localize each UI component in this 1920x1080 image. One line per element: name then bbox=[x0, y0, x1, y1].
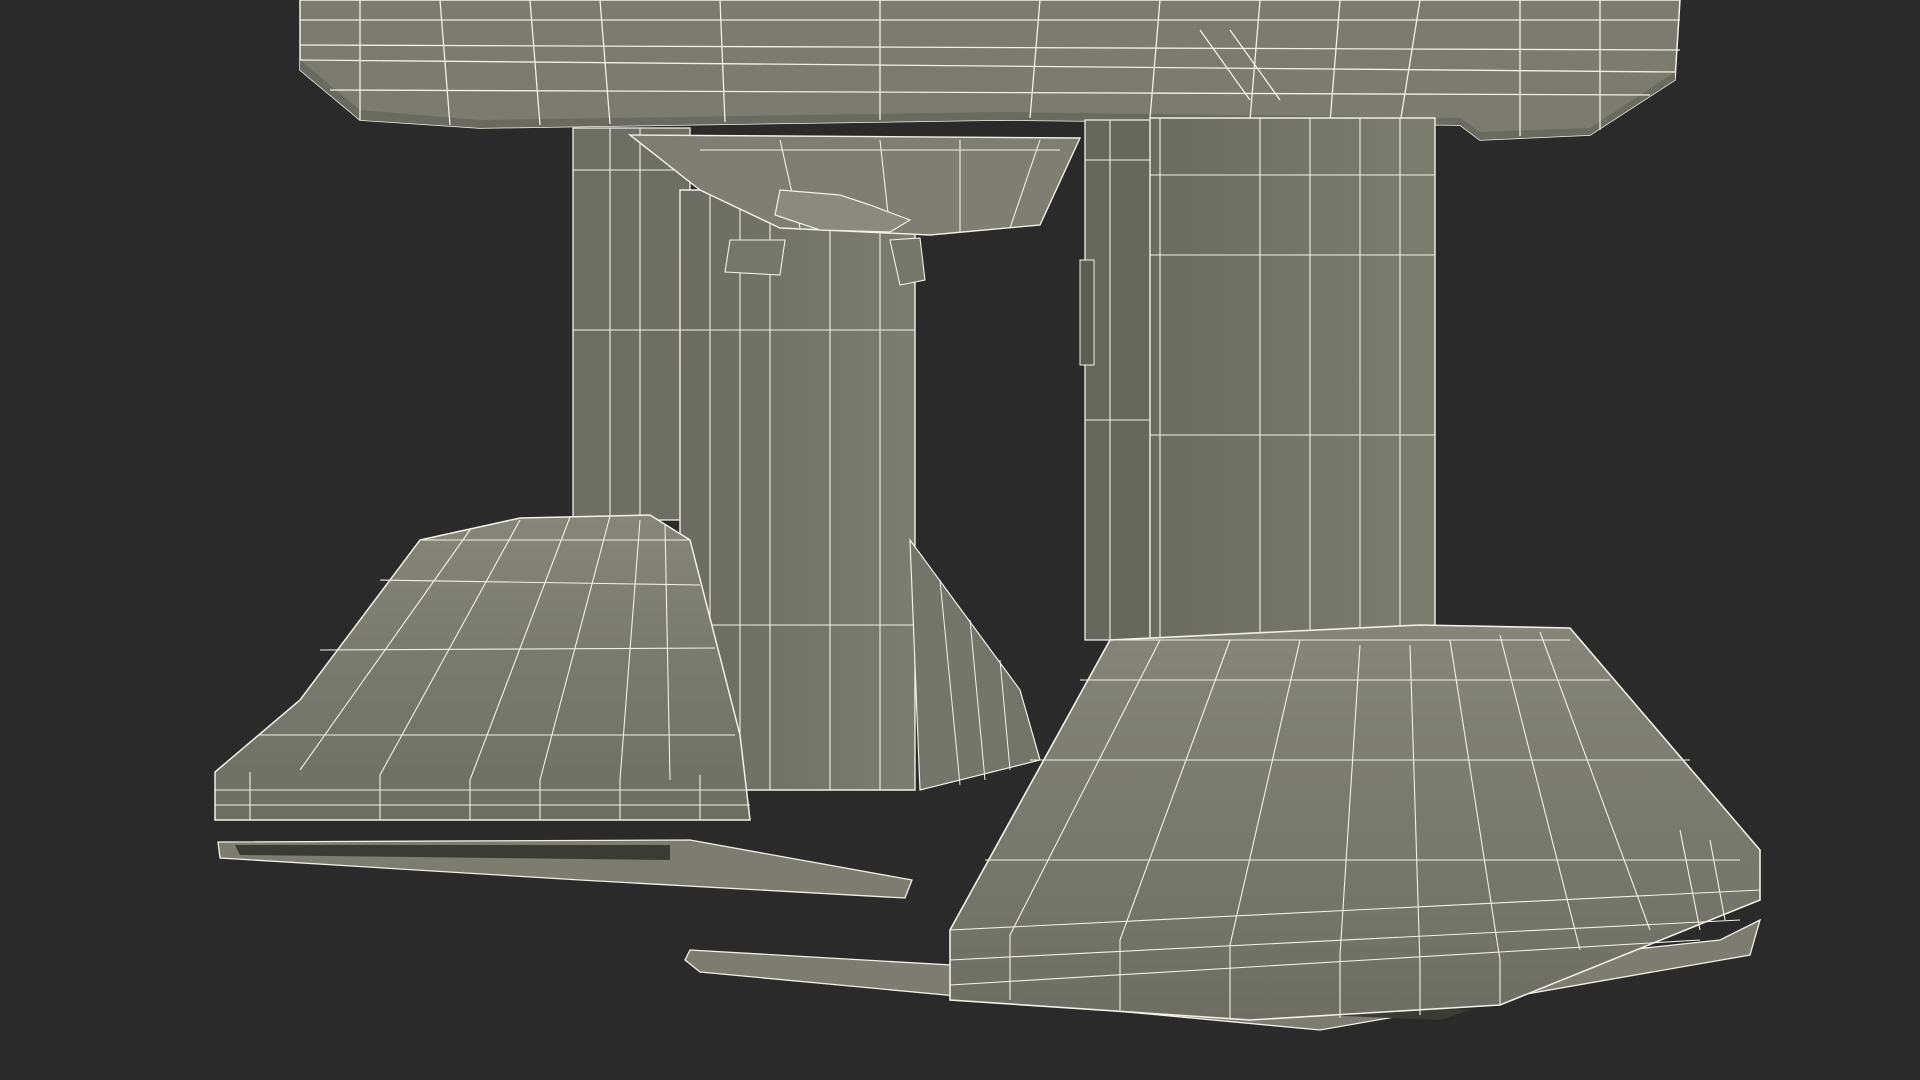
left-base-plate bbox=[217, 839, 913, 899]
right-pillar bbox=[1149, 117, 1436, 666]
back-left-pillar bbox=[572, 127, 691, 521]
wireframe-render-canvas bbox=[214, 0, 1762, 1031]
top-body bbox=[299, 0, 1681, 141]
left-foot bbox=[214, 514, 751, 821]
back-right-pillar bbox=[1079, 119, 1161, 641]
center-skirt bbox=[909, 538, 1041, 791]
